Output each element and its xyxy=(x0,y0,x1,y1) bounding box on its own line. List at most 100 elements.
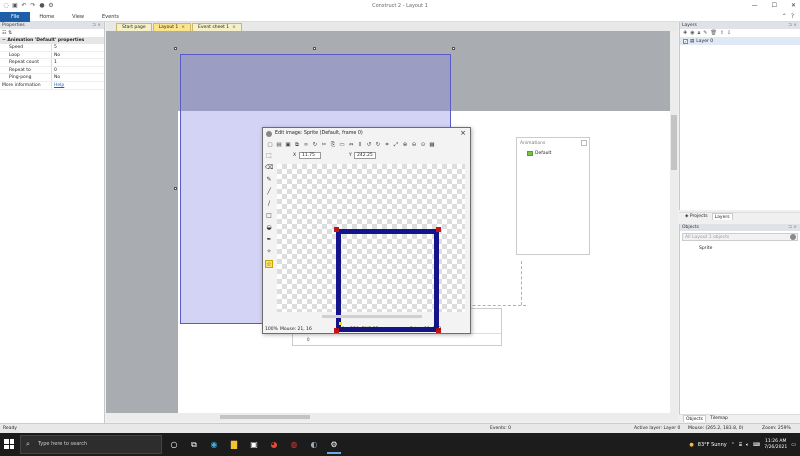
windows-start-icon[interactable] xyxy=(4,439,14,449)
tab-events[interactable]: Events xyxy=(93,12,128,22)
property-row[interactable]: Repeat to 0 xyxy=(0,66,104,75)
tab-tilemap[interactable]: Tilemap xyxy=(708,415,730,422)
polygon-point[interactable] xyxy=(436,227,441,232)
cut-icon[interactable]: ✂ xyxy=(321,142,327,148)
help-icon[interactable]: ? xyxy=(791,12,794,22)
canvas-horizontal-scrollbar[interactable] xyxy=(106,413,678,421)
rotate-right-icon[interactable]: ↻ xyxy=(375,142,381,148)
save-icon[interactable]: ▣ xyxy=(12,3,18,9)
edit-icon[interactable]: ✎ xyxy=(703,30,707,36)
close-tab-icon[interactable]: × xyxy=(232,25,236,30)
refresh-icon[interactable]: ↻ xyxy=(312,142,318,148)
origin-point-icon[interactable]: ✧ xyxy=(265,248,273,256)
scroll-thumb[interactable] xyxy=(220,415,310,419)
zoom-out-icon[interactable]: ⊖ xyxy=(411,142,417,148)
collision-polygon-icon[interactable]: ☆ xyxy=(265,260,273,268)
canvas-vertical-scrollbar[interactable] xyxy=(670,31,678,413)
chrome-icon[interactable]: ◕ xyxy=(267,435,281,454)
clear-icon[interactable] xyxy=(790,234,796,240)
steam-icon[interactable]: ◐ xyxy=(307,435,321,454)
flip-horizontal-icon[interactable]: ⇔ xyxy=(348,142,354,148)
panel-pin-icon[interactable]: ⊐ × xyxy=(788,224,797,231)
paste-icon[interactable]: ▭ xyxy=(339,142,345,148)
fill-icon[interactable]: ◒ xyxy=(265,224,273,232)
clock[interactable]: 11:26 AM 7/26/2021 xyxy=(764,439,787,451)
file-explorer-icon[interactable]: ▇ xyxy=(227,435,241,454)
task-view-icon[interactable]: ⧉ xyxy=(187,435,201,454)
tab-home[interactable]: Home xyxy=(30,12,63,22)
polygon-point[interactable] xyxy=(334,227,339,232)
notifications-icon[interactable]: ▭ xyxy=(791,442,796,448)
taskbar-search[interactable]: ⌕ Type here to search xyxy=(20,435,162,454)
image-canvas[interactable] xyxy=(277,164,465,333)
resize-handle[interactable] xyxy=(174,187,177,190)
weather-icon[interactable]: ● xyxy=(689,442,693,448)
property-row[interactable]: Ping-pong No xyxy=(0,74,104,82)
pencil-icon[interactable]: ✎ xyxy=(265,176,273,184)
close-icon[interactable]: ✕ xyxy=(791,0,796,12)
tab-start-page[interactable]: Start page xyxy=(116,23,152,31)
link-icon[interactable]: ∞ xyxy=(303,142,309,148)
editor-scrollbar[interactable] xyxy=(277,314,465,319)
maximize-icon[interactable]: ☐ xyxy=(772,0,777,12)
minimize-icon[interactable]: — xyxy=(752,0,758,12)
zoom-in-icon[interactable]: ⊕ xyxy=(402,142,408,148)
brush-icon[interactable]: ╱ xyxy=(265,188,273,196)
property-row[interactable]: Speed 5 xyxy=(0,44,104,52)
export-icon[interactable]: ⧉ xyxy=(294,142,300,148)
object-item-sprite[interactable]: Sprite xyxy=(680,246,800,251)
close-icon[interactable]: × xyxy=(460,128,466,139)
layer-row[interactable]: ✓ ▤ Layer 0 xyxy=(680,37,800,45)
cortana-icon[interactable]: ○ xyxy=(167,435,181,454)
copy-icon[interactable]: ⎘ xyxy=(330,142,336,148)
tab-event-sheet-1[interactable]: Event sheet 1 × xyxy=(192,23,242,31)
visibility-icon[interactable]: ◉ xyxy=(690,30,694,36)
tab-projects[interactable]: ◈ Projects xyxy=(683,213,710,220)
close-tab-icon[interactable]: × xyxy=(181,25,185,30)
language-icon[interactable]: ⌨ xyxy=(753,442,760,448)
categorized-icon[interactable]: ☷ xyxy=(2,30,6,36)
line-icon[interactable]: / xyxy=(265,200,273,208)
move-down-icon[interactable]: ⇩ xyxy=(727,30,731,36)
debug-icon[interactable]: ⚙ xyxy=(48,3,54,9)
open-icon[interactable]: ▤ xyxy=(276,142,282,148)
panel-pin-icon[interactable]: ⊐ × xyxy=(788,22,797,29)
tab-view[interactable]: View xyxy=(63,12,93,22)
rectangle-icon[interactable]: □ xyxy=(265,212,273,220)
store-icon[interactable]: ▣ xyxy=(247,435,261,454)
rotate-left-icon[interactable]: ↺ xyxy=(366,142,372,148)
resize-handle[interactable] xyxy=(313,47,316,50)
weather-text[interactable]: 83°F Sunny xyxy=(698,442,727,448)
layer-visible-checkbox[interactable]: ✓ xyxy=(683,38,688,44)
save-icon[interactable]: ▣ xyxy=(285,142,291,148)
y-field[interactable]: 242.25 xyxy=(354,152,376,159)
zoom-fit-icon[interactable]: ⊙ xyxy=(420,142,426,148)
lock-icon[interactable]: ▤ xyxy=(690,39,694,44)
new-icon[interactable]: ▢ xyxy=(267,142,273,148)
panel-pin-icon[interactable]: ⊐ × xyxy=(92,22,101,29)
animation-item-default[interactable]: Default xyxy=(527,151,551,156)
flip-vertical-icon[interactable]: ⇕ xyxy=(357,142,363,148)
opera-icon[interactable]: ◍ xyxy=(287,435,301,454)
property-row[interactable]: Loop No xyxy=(0,51,104,60)
lock-icon[interactable]: 🔒︎ xyxy=(698,30,701,36)
undo-icon[interactable]: ↶ xyxy=(21,3,27,9)
color-picker-icon[interactable]: ✒ xyxy=(265,236,273,244)
help-link[interactable]: Help xyxy=(52,82,64,89)
tab-objects[interactable]: Objects xyxy=(683,415,707,422)
volume-icon[interactable]: 🔈︎ xyxy=(746,442,749,448)
select-icon[interactable]: ⬚ xyxy=(265,152,273,160)
properties-icon[interactable]: ▦ xyxy=(429,142,435,148)
add-layer-icon[interactable]: ✚ xyxy=(683,30,687,36)
x-field[interactable]: 11.75 xyxy=(299,152,321,159)
redo-icon[interactable]: ↷ xyxy=(30,3,36,9)
tab-file[interactable]: File xyxy=(0,11,31,22)
resize-handle[interactable] xyxy=(174,47,177,50)
property-row[interactable]: More information Help xyxy=(0,81,104,90)
network-icon[interactable]: ⌸ xyxy=(739,442,742,448)
construct-icon[interactable]: ⚙ xyxy=(327,435,341,454)
tray-chevron-icon[interactable]: ⌃ xyxy=(731,442,735,448)
scroll-thumb[interactable] xyxy=(671,115,677,170)
edge-icon[interactable]: ◉ xyxy=(207,435,221,454)
resize-icon[interactable]: ⤢ xyxy=(393,142,399,148)
